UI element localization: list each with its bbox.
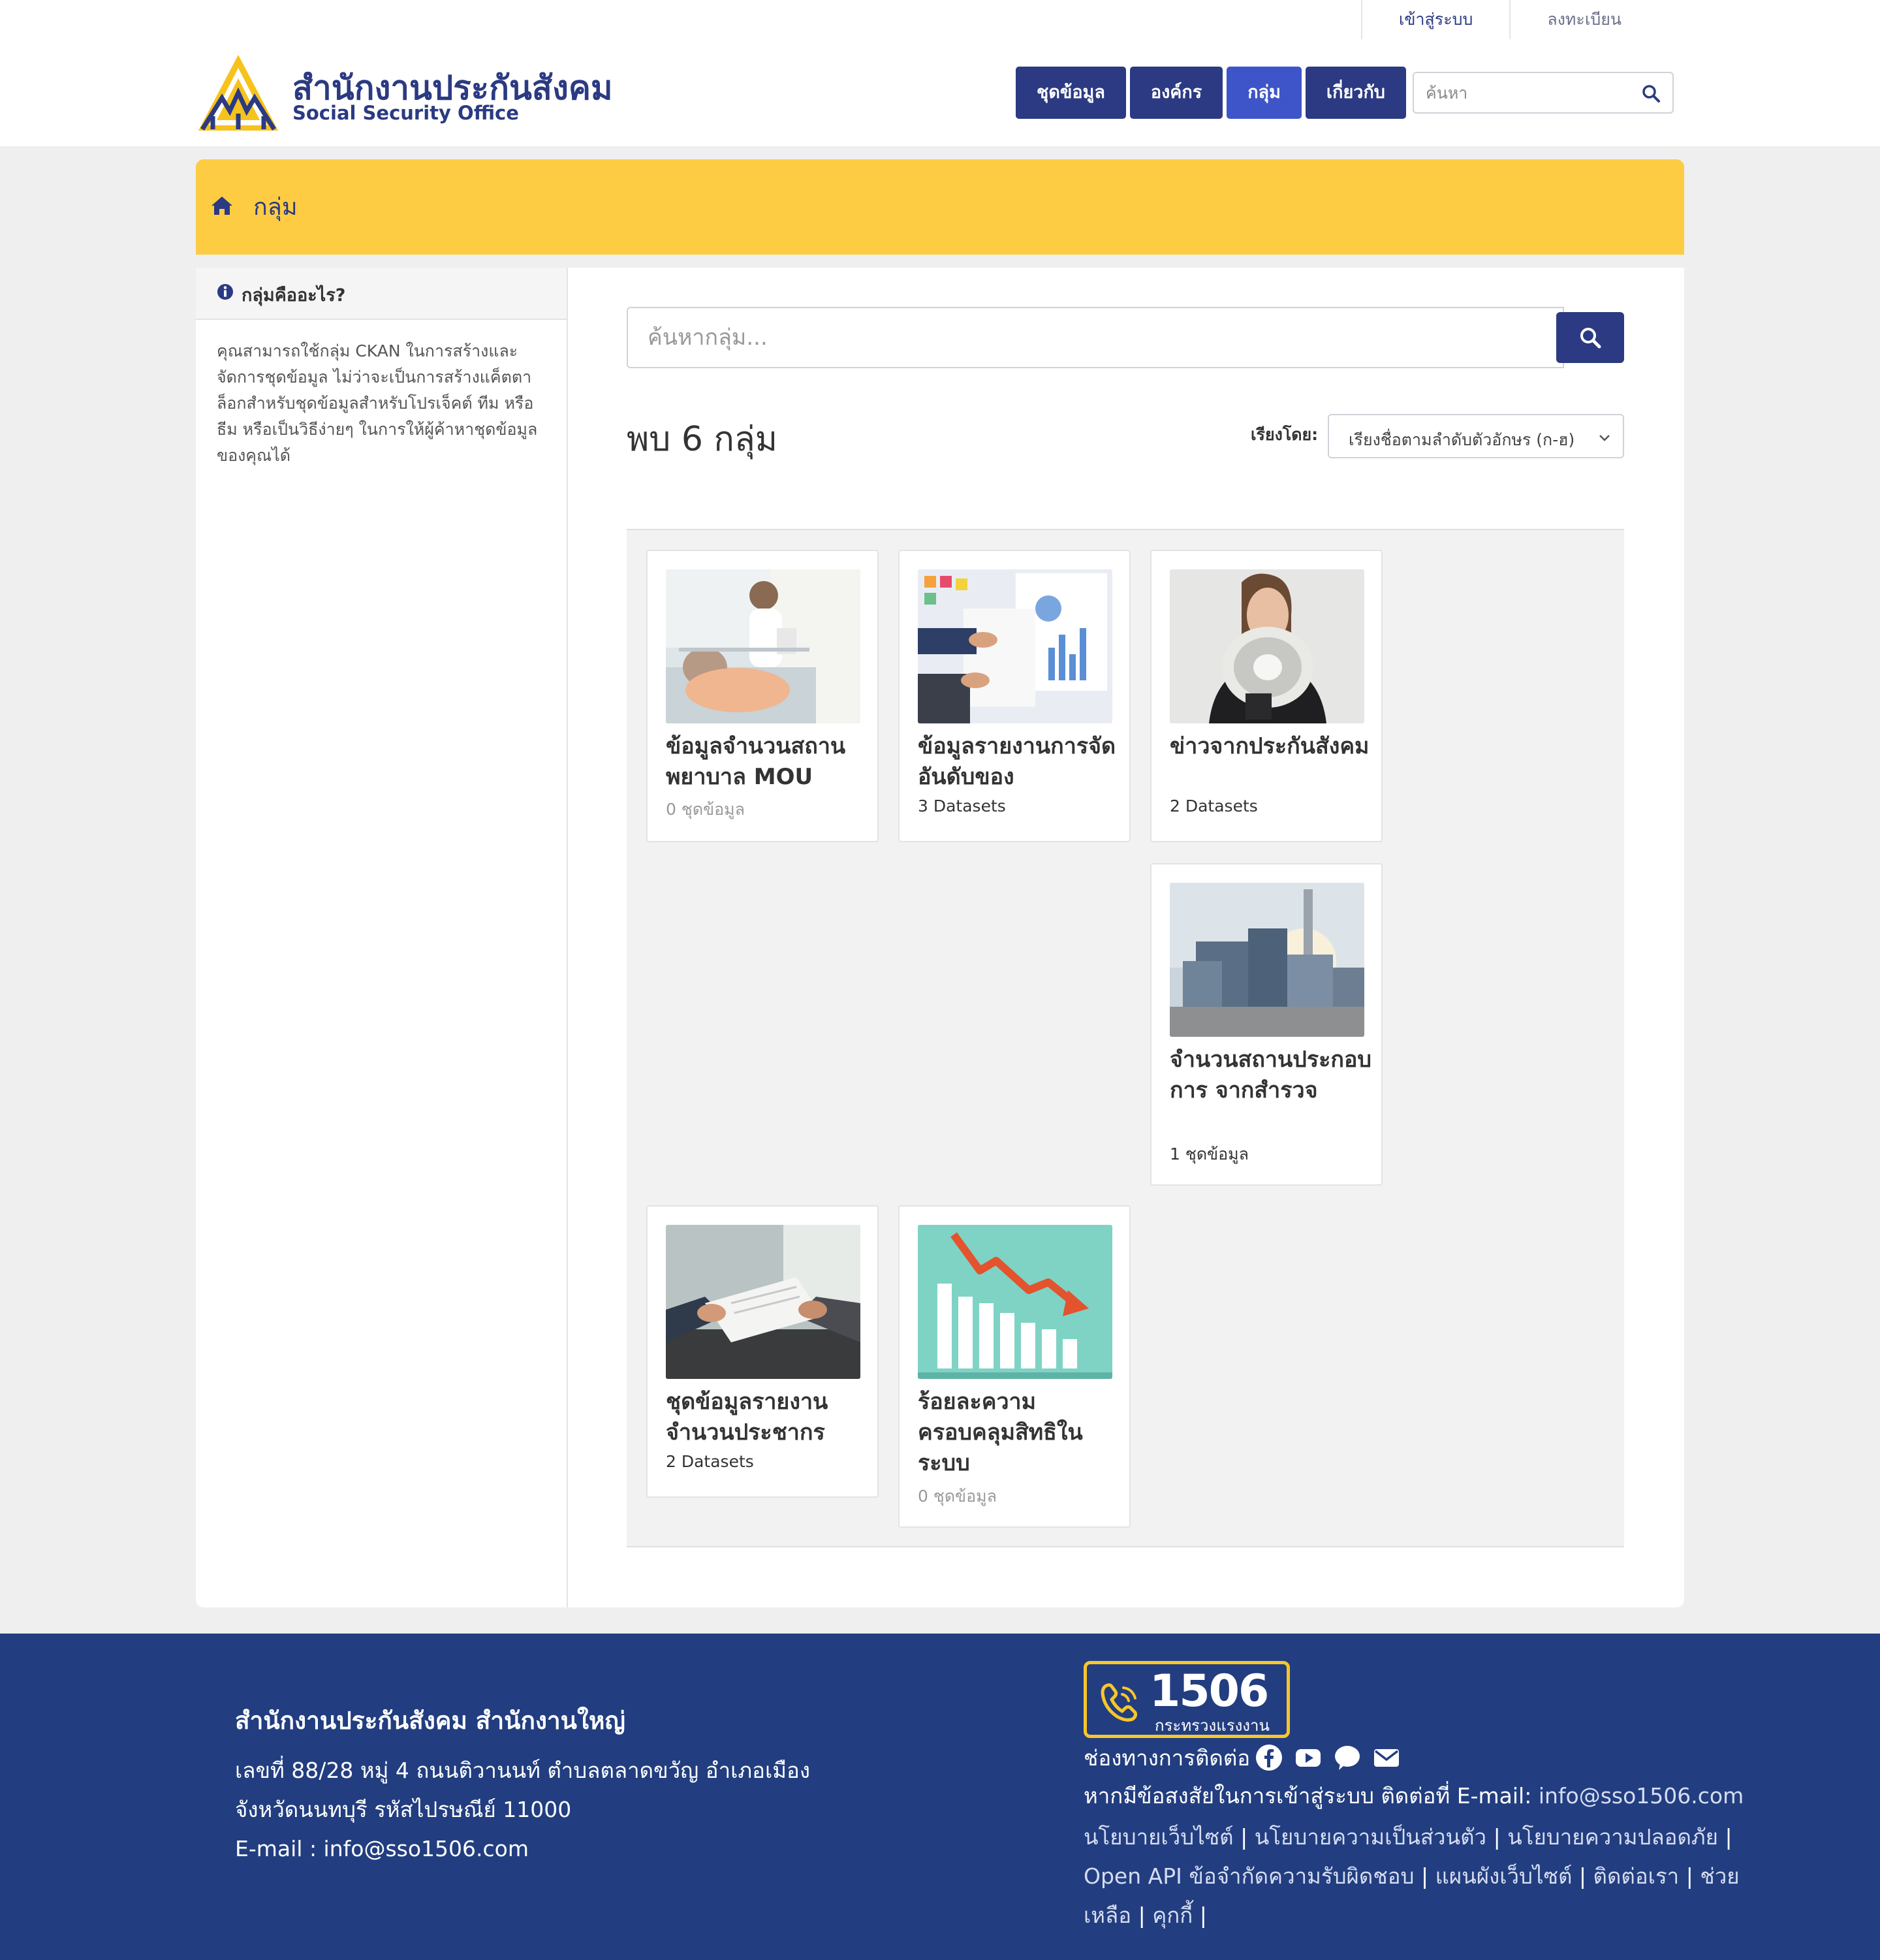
footer-email: E-mail : info@sso1506.com bbox=[235, 1836, 529, 1861]
footer-address-line: เลขที่ 88/28 หมู่ 4 ถนนติวานนท์ ตำบลตลาด… bbox=[235, 1758, 810, 1783]
sort-label: เรียงโดย: bbox=[1251, 425, 1319, 444]
group-grid: ข้อมูลจำนวนสถานพยาบาล MOU 0 ชุดข้อมูล ข้… bbox=[627, 529, 1624, 1547]
sort-select[interactable]: เรียงชื่อตามลำดับตัวอักษร (ก-ฮ) bbox=[1328, 414, 1624, 458]
separator: | bbox=[1240, 1824, 1248, 1850]
group-search-form bbox=[627, 307, 1624, 368]
phone-icon bbox=[1101, 1683, 1137, 1722]
footer-link-security-policy[interactable]: นโยบายความปลอดภัย bbox=[1507, 1824, 1718, 1850]
sidebar-title: กลุ่มคืออะไร? bbox=[242, 285, 346, 306]
group-dataset-count: 2 Datasets bbox=[1170, 797, 1258, 815]
main-wrapper: กลุ่มคืออะไร? คุณสามารถใช้กลุ่ม CKAN ในก… bbox=[196, 268, 1684, 1607]
business-charts-photo bbox=[918, 569, 1112, 723]
home-icon[interactable] bbox=[210, 195, 234, 217]
declining-chart-illustration bbox=[918, 1225, 1112, 1379]
main-navigation: ชุดข้อมูล องค์กร กลุ่ม เกี่ยวกับ bbox=[1016, 67, 1406, 119]
sidebar-heading: กลุ่มคืออะไร? bbox=[196, 268, 567, 320]
sidebar-description: คุณสามารถใช้กลุ่ม CKAN ในการสร้างและจัดก… bbox=[217, 341, 538, 465]
footer-link-contact[interactable]: ติดต่อเรา bbox=[1593, 1863, 1680, 1889]
group-card[interactable]: ข้อมูลจำนวนสถานพยาบาล MOU 0 ชุดข้อมูล bbox=[646, 550, 879, 842]
group-card[interactable]: ชุดข้อมูลรายงานจำนวนประชากร 2 Datasets bbox=[646, 1205, 879, 1498]
results-count: พบ 6 กลุ่ม bbox=[627, 420, 778, 459]
footer-link-sitemap[interactable]: แผนผังเว็บไซต์ bbox=[1435, 1863, 1573, 1889]
separator: | bbox=[1685, 1863, 1693, 1889]
footer-address-line: จังหวัดนนทบุรี รหัสไปรษณีย์ 11000 bbox=[235, 1797, 572, 1822]
group-card[interactable]: ข่าวจากประกันสังคม 2 Datasets bbox=[1150, 550, 1383, 842]
footer-link-cookies[interactable]: คุกกี้ bbox=[1152, 1903, 1193, 1928]
footer-address: เลขที่ 88/28 หมู่ 4 ถนนติวานนท์ ตำบลตลาด… bbox=[235, 1751, 810, 1869]
separator: | bbox=[1493, 1824, 1501, 1850]
site-search bbox=[1413, 72, 1674, 114]
site-footer: สำนักงานประกันสังคม สำนักงานใหญ่ เลขที่ … bbox=[0, 1634, 1880, 1960]
youtube-icon[interactable] bbox=[1294, 1744, 1322, 1771]
contact-channels-label: ช่องทางการติดต่อ bbox=[1084, 1745, 1251, 1771]
account-links: เข้าสู่ระบบ ลงทะเบียน bbox=[1360, 0, 1658, 39]
search-icon[interactable] bbox=[1641, 84, 1661, 103]
group-name[interactable]: ร้อยละความครอบคลุมสิทธิในระบบ bbox=[918, 1387, 1120, 1479]
handshake-document-photo bbox=[666, 1225, 860, 1379]
nav-datasets[interactable]: ชุดข้อมูล bbox=[1016, 67, 1126, 119]
contact-channels: ช่องทางการติดต่อ bbox=[1084, 1738, 1412, 1777]
hotline-number: 1506 bbox=[1150, 1666, 1269, 1717]
footer-link-open-api[interactable]: Open API bbox=[1084, 1863, 1182, 1889]
sort-selected-value: เรียงชื่อตามลำดับตัวอักษร (ก-ฮ) bbox=[1349, 430, 1575, 449]
footer-links: นโยบายเว็บไซต์ | นโยบายความเป็นส่วนตัว |… bbox=[1084, 1818, 1743, 1935]
hotline-subtitle: กระทรวงแรงงาน bbox=[1155, 1716, 1270, 1735]
group-card[interactable]: จำนวนสถานประกอบการ จากสำรวจ 1 ชุดข้อมูล bbox=[1150, 863, 1383, 1186]
group-name[interactable]: ข้อมูลจำนวนสถานพยาบาล MOU bbox=[666, 731, 868, 793]
search-icon bbox=[1580, 328, 1601, 349]
email-icon[interactable] bbox=[1373, 1744, 1400, 1771]
separator: | bbox=[1725, 1824, 1732, 1850]
site-search-input[interactable] bbox=[1426, 80, 1622, 106]
login-link[interactable]: เข้าสู่ระบบ bbox=[1360, 0, 1510, 39]
footer-link-website-policy[interactable]: นโยบายเว็บไซต์ bbox=[1084, 1824, 1234, 1850]
group-card[interactable]: ร้อยละความครอบคลุมสิทธิในระบบ 0 ชุดข้อมู… bbox=[898, 1205, 1131, 1528]
group-dataset-count: 3 Datasets bbox=[918, 797, 1006, 815]
logo-text-english: Social Security Office bbox=[292, 102, 519, 124]
line-chat-icon[interactable] bbox=[1334, 1744, 1361, 1771]
group-search-button[interactable] bbox=[1556, 312, 1624, 363]
group-card[interactable]: ข้อมูลรายงานการจัดอันดับของ 3 Datasets bbox=[898, 550, 1131, 842]
group-name[interactable]: ชุดข้อมูลรายงานจำนวนประชากร bbox=[666, 1387, 868, 1448]
separator: | bbox=[1421, 1863, 1429, 1889]
separator: | bbox=[1199, 1903, 1207, 1928]
footer-contact: หากมีข้อสงสัยในการเข้าสู่ระบบ ติดต่อที่ … bbox=[1084, 1778, 1744, 1813]
group-dataset-count: 0 ชุดข้อมูล bbox=[918, 1487, 997, 1506]
footer-link-privacy-policy[interactable]: นโยบายความเป็นส่วนตัว bbox=[1255, 1824, 1486, 1850]
sso-logo-icon bbox=[198, 55, 278, 131]
group-search-input[interactable] bbox=[627, 307, 1564, 368]
megaphone-photo bbox=[1170, 569, 1364, 723]
breadcrumb: กลุ่ม bbox=[196, 159, 1684, 255]
group-dataset-count: 2 Datasets bbox=[666, 1452, 754, 1471]
separator: | bbox=[1138, 1903, 1146, 1928]
breadcrumb-current[interactable]: กลุ่ม bbox=[253, 188, 298, 225]
info-icon bbox=[217, 284, 233, 300]
group-dataset-count: 1 ชุดข้อมูล bbox=[1170, 1145, 1249, 1163]
chevron-down-icon bbox=[1599, 435, 1610, 441]
nav-about[interactable]: เกี่ยวกับ bbox=[1305, 67, 1406, 119]
hotline-badge[interactable]: 1506 กระทรวงแรงงาน bbox=[1084, 1661, 1290, 1738]
footer-title: สำนักงานประกันสังคม สำนักงานใหญ่ bbox=[235, 1707, 625, 1735]
site-logo[interactable]: สำนักงานประกันสังคม Social Security Offi… bbox=[196, 52, 640, 134]
facebook-icon[interactable] bbox=[1255, 1744, 1283, 1771]
nav-groups[interactable]: กลุ่ม bbox=[1227, 67, 1302, 119]
group-name[interactable]: ข่าวจากประกันสังคม bbox=[1170, 731, 1372, 762]
hospital-photo bbox=[666, 569, 860, 723]
nav-organizations[interactable]: องค์กร bbox=[1129, 67, 1223, 119]
group-name[interactable]: จำนวนสถานประกอบการ จากสำรวจ bbox=[1170, 1045, 1372, 1106]
sidebar: กลุ่มคืออะไร? คุณสามารถใช้กลุ่ม CKAN ในก… bbox=[196, 268, 568, 1607]
footer-contact-text: หากมีข้อสงสัยในการเข้าสู่ระบบ ติดต่อที่ … bbox=[1084, 1783, 1539, 1809]
group-dataset-count: 0 ชุดข้อมูล bbox=[666, 800, 745, 819]
factory-photo bbox=[1170, 883, 1364, 1037]
footer-contact-email[interactable]: info@sso1506.com bbox=[1539, 1783, 1744, 1809]
register-link[interactable]: ลงทะเบียน bbox=[1509, 0, 1658, 39]
group-name[interactable]: ข้อมูลรายงานการจัดอันดับของ bbox=[918, 731, 1120, 793]
footer-link-disclaimer[interactable]: ข้อจำกัดความรับผิดชอบ bbox=[1189, 1863, 1414, 1889]
separator: | bbox=[1578, 1863, 1587, 1889]
site-header: เข้าสู่ระบบ ลงทะเบียน สำนักงานประกันสังค… bbox=[0, 0, 1880, 146]
